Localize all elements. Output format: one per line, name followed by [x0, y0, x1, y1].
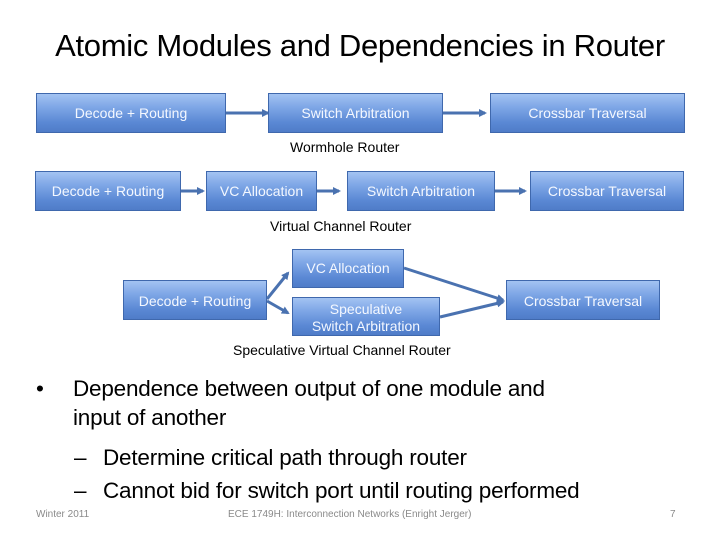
footer-date: Winter 2011 [36, 509, 90, 520]
module-label: Decode + Routing [74, 104, 188, 121]
module-label: Crossbar Traversal [523, 293, 643, 309]
module-label: Decode + Routing [138, 293, 252, 309]
spec-crossbar-traversal-box: Crossbar Traversal [506, 280, 660, 320]
module-label: Switch Arbitration [366, 182, 476, 199]
wormhole-decode-routing-box: Decode + Routing [36, 93, 226, 133]
module-label: VC Allocation [306, 260, 390, 276]
sub-bullet-marker: – [74, 478, 87, 503]
bullet-marker: • [36, 376, 44, 401]
sub-bullet-marker: – [74, 445, 87, 470]
spec-speculative-switch-arbitration-box: Speculative Switch Arbitration [292, 297, 440, 336]
slide-title: Atomic Modules and Dependencies in Route… [55, 28, 665, 63]
module-label-line1: Speculative [329, 300, 403, 317]
vc-switch-arbitration-box: Switch Arbitration [347, 171, 495, 211]
wormhole-crossbar-traversal-box: Crossbar Traversal [490, 93, 685, 133]
module-label: Decode + Routing [51, 182, 165, 199]
module-label: Crossbar Traversal [528, 104, 647, 121]
vc-decode-routing-box: Decode + Routing [35, 171, 181, 211]
bullet-main-line2: input of another [73, 405, 227, 430]
wormhole-router-caption: Wormhole Router [290, 139, 400, 155]
module-label-line2: Switch Arbitration [311, 317, 421, 334]
module-label: VC Allocation [219, 182, 304, 199]
footer-page-number: 7 [670, 509, 676, 520]
module-label: Switch Arbitration [301, 104, 410, 121]
wormhole-switch-arbitration-box: Switch Arbitration [268, 93, 443, 133]
vc-router-caption: Virtual Channel Router [270, 218, 412, 234]
sub-bullet-switch-port: Cannot bid for switch port until routing… [103, 478, 580, 503]
arrow-spec-decode-to-ssa [266, 299, 290, 315]
spec-vc-allocation-box: VC Allocation [292, 249, 404, 288]
arrow-spec-ssa-to-xbar [439, 299, 505, 319]
bullet-main-line1: Dependence between output of one module … [73, 376, 545, 401]
vc-vc-allocation-box: VC Allocation [206, 171, 317, 211]
arrow-spec-vca-to-xbar [403, 266, 505, 302]
spec-decode-routing-box: Decode + Routing [123, 280, 267, 320]
vc-crossbar-traversal-box: Crossbar Traversal [530, 171, 684, 211]
footer-course: ECE 1749H: Interconnection Networks (Enr… [228, 509, 472, 520]
sub-bullet-critical-path: Determine critical path through router [103, 445, 467, 470]
module-label: Crossbar Traversal [547, 182, 667, 199]
arrow-spec-decode-to-vca [265, 271, 290, 300]
spec-router-caption: Speculative Virtual Channel Router [233, 342, 451, 358]
